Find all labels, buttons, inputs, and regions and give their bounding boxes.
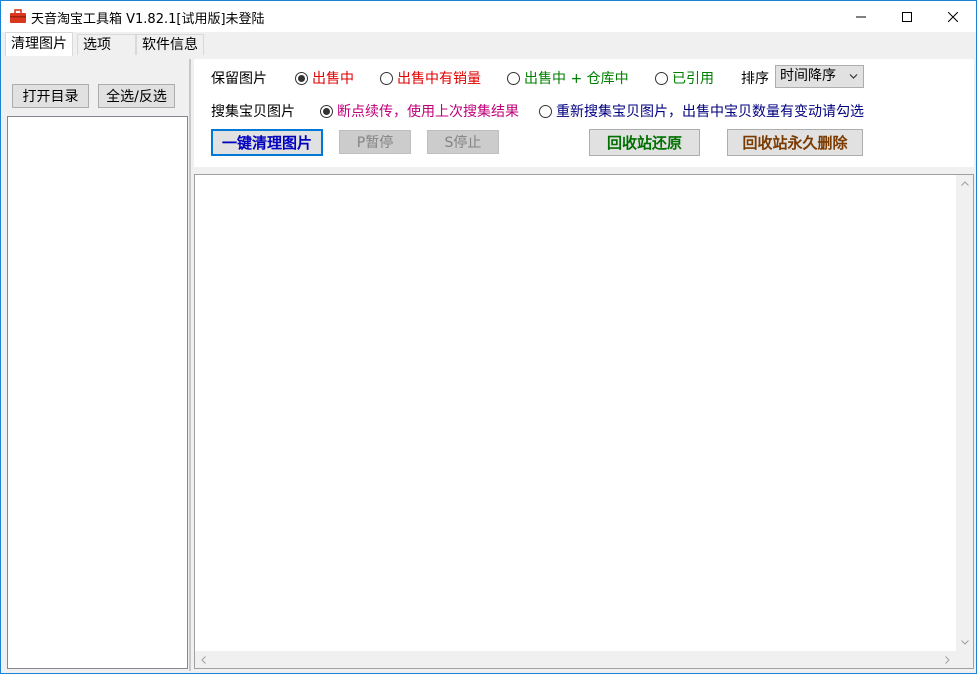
sort-label: 排序 bbox=[741, 71, 769, 87]
radio-label: 重新搜集宝贝图片，出售中宝贝数量有变动请勾选 bbox=[556, 104, 864, 120]
radio-label: 出售中 bbox=[312, 71, 354, 87]
recollect-radio[interactable]: 重新搜集宝贝图片，出售中宝贝数量有变动请勾选 bbox=[539, 101, 864, 121]
scroll-up-button[interactable] bbox=[956, 175, 973, 192]
maximize-icon bbox=[902, 11, 912, 22]
minimize-icon bbox=[856, 16, 866, 17]
recycle-permanent-delete-button[interactable]: 回收站永久删除 bbox=[727, 129, 863, 156]
scroll-down-button[interactable] bbox=[956, 634, 973, 651]
app-window: 天音淘宝工具箱 V1.82.1[试用版]未登陆 清理图片 选项 软件信息 打开目… bbox=[0, 0, 977, 674]
radio-label: 断点续传，使用上次搜集结果 bbox=[337, 104, 519, 120]
tab-clean-images[interactable]: 清理图片 bbox=[5, 32, 73, 56]
chevron-down-icon bbox=[960, 640, 969, 645]
options-panel: 保留图片 出售中 出售中有销量 出售中 + 仓库中 已引用 排序 时间降序 搜集… bbox=[194, 59, 974, 167]
chevron-down-icon bbox=[849, 74, 858, 79]
vertical-scrollbar[interactable] bbox=[956, 175, 973, 651]
radio-indicator bbox=[380, 71, 393, 85]
tab-software-info[interactable]: 软件信息 bbox=[136, 34, 204, 55]
horizontal-scrollbar[interactable] bbox=[195, 651, 956, 668]
radio-indicator bbox=[655, 71, 668, 85]
keep-referenced-radio[interactable]: 已引用 bbox=[655, 68, 714, 88]
radio-label: 出售中 + 仓库中 bbox=[524, 71, 629, 87]
scroll-right-button[interactable] bbox=[939, 651, 956, 668]
radio-indicator bbox=[320, 104, 333, 118]
directory-list[interactable] bbox=[7, 116, 188, 669]
keep-images-label: 保留图片 bbox=[211, 71, 267, 87]
close-button[interactable] bbox=[930, 1, 976, 32]
keep-on-sale-radio[interactable]: 出售中 bbox=[295, 68, 354, 88]
minimize-button[interactable] bbox=[838, 1, 884, 32]
window-title: 天音淘宝工具箱 V1.82.1[试用版]未登陆 bbox=[31, 12, 265, 27]
close-icon bbox=[948, 11, 958, 22]
keep-on-sale-with-sales-radio[interactable]: 出售中有销量 bbox=[380, 68, 481, 88]
scroll-left-button[interactable] bbox=[195, 651, 212, 668]
tab-label: 清理图片 bbox=[11, 36, 67, 52]
maximize-button[interactable] bbox=[884, 1, 930, 32]
tab-label: 选项 bbox=[83, 37, 111, 53]
sort-value: 时间降序 bbox=[780, 68, 836, 84]
title-bar[interactable]: 天音淘宝工具箱 V1.82.1[试用版]未登陆 bbox=[1, 1, 976, 32]
tab-options[interactable]: 选项 bbox=[77, 34, 136, 55]
one-click-clean-button[interactable]: 一键清理图片 bbox=[211, 129, 323, 156]
sort-select[interactable]: 时间降序 bbox=[775, 65, 864, 88]
chevron-left-icon bbox=[201, 655, 206, 664]
log-area[interactable] bbox=[194, 174, 974, 669]
keep-on-sale-and-warehouse-radio[interactable]: 出售中 + 仓库中 bbox=[507, 68, 629, 88]
resume-collect-radio[interactable]: 断点续传，使用上次搜集结果 bbox=[320, 101, 519, 121]
toolbox-icon bbox=[10, 9, 26, 23]
stop-button[interactable]: S停止 bbox=[427, 130, 499, 154]
select-all-button[interactable]: 全选/反选 bbox=[98, 84, 175, 108]
radio-indicator bbox=[295, 71, 308, 85]
scrollbar-corner bbox=[956, 651, 973, 668]
radio-indicator bbox=[507, 71, 520, 85]
left-panel: 打开目录 全选/反选 bbox=[4, 59, 188, 671]
tab-label: 软件信息 bbox=[142, 37, 198, 53]
radio-label: 已引用 bbox=[672, 71, 714, 87]
pause-button[interactable]: P暂停 bbox=[339, 130, 411, 154]
radio-label: 出售中有销量 bbox=[397, 71, 481, 87]
chevron-right-icon bbox=[945, 655, 950, 664]
radio-indicator bbox=[539, 104, 552, 118]
splitter[interactable] bbox=[189, 59, 191, 671]
open-directory-button[interactable]: 打开目录 bbox=[12, 84, 89, 108]
collect-images-label: 搜集宝贝图片 bbox=[211, 104, 295, 120]
tab-strip: 清理图片 选项 软件信息 bbox=[1, 32, 976, 56]
recycle-restore-button[interactable]: 回收站还原 bbox=[589, 129, 700, 156]
chevron-up-icon bbox=[960, 181, 969, 186]
